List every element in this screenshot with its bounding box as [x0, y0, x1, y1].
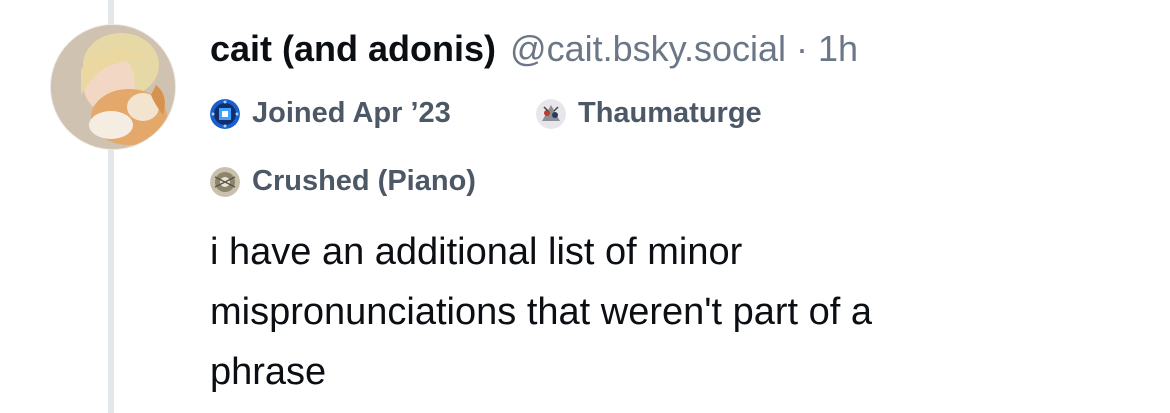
author-handle[interactable]: @cait.bsky.social	[510, 28, 786, 70]
badge-crushed-label: Crushed (Piano)	[252, 165, 476, 197]
header-separator: ·	[796, 28, 808, 69]
badge-joined-label: Joined Apr ’23	[252, 97, 451, 129]
badge-joined[interactable]: Joined Apr ’23	[210, 97, 451, 130]
post-header: cait (and adonis) @cait.bsky.social · 1h	[210, 28, 858, 78]
post-text: i have an additional list of minor mispr…	[210, 231, 873, 393]
author-display-name[interactable]: cait (and adonis)	[210, 28, 496, 70]
avatar-photo	[51, 25, 175, 149]
crushed-badge-icon	[210, 166, 240, 197]
badge-thaumaturge-label: Thaumaturge	[578, 97, 762, 129]
post-timestamp[interactable]: 1h	[818, 28, 858, 70]
post-content: cait (and adonis) @cait.bsky.social · 1h…	[210, 0, 1150, 413]
calendar-blue-badge-icon	[210, 98, 240, 129]
badge-crushed[interactable]: Crushed (Piano)	[210, 165, 476, 198]
avatar[interactable]	[50, 24, 176, 150]
badge-thaumaturge[interactable]: Thaumaturge	[536, 97, 762, 130]
thaumaturge-badge-icon	[536, 98, 566, 129]
